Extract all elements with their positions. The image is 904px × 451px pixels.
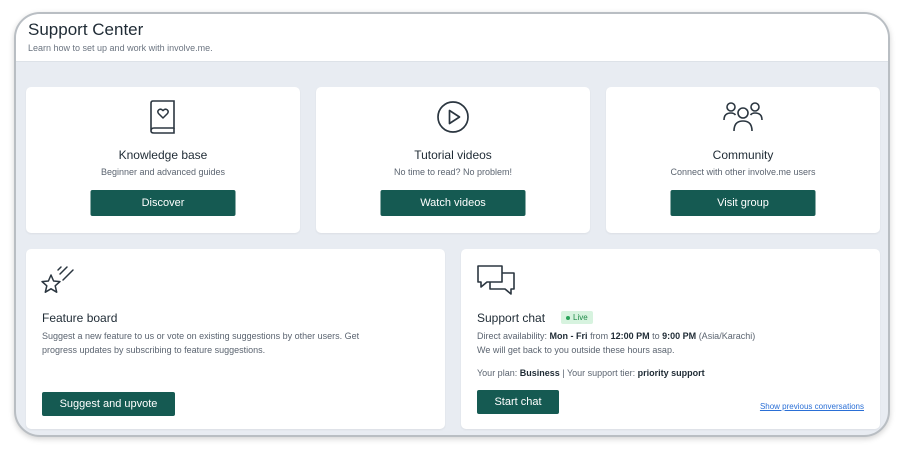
show-previous-conversations-link[interactable]: Show previous conversations <box>760 402 864 411</box>
tier-label: | Your support tier: <box>562 368 636 378</box>
plan-label: Your plan: <box>477 368 518 378</box>
users-group-icon <box>723 102 763 132</box>
feature-board-description-line1: Suggest a new feature to us or vote on e… <box>42 331 360 341</box>
live-dot-icon <box>566 315 570 320</box>
start-chat-button[interactable]: Start chat <box>477 390 559 414</box>
book-heart-icon <box>150 100 175 134</box>
community-title: Community <box>712 148 774 162</box>
plan-value: Business <box>519 368 560 378</box>
support-center-window: Support Center Learn how to set up and w… <box>14 12 890 437</box>
shooting-star-icon <box>41 266 74 293</box>
availability-timezone: (Asia/Karachi) <box>698 331 756 341</box>
availability-start-time: 12:00 PM <box>610 331 650 341</box>
tutorial-videos-subtitle: No time to read? No problem! <box>393 167 513 177</box>
page-header: Support Center Learn how to set up and w… <box>16 14 888 62</box>
suggest-and-upvote-button[interactable]: Suggest and upvote <box>42 392 175 416</box>
feature-board-title: Feature board <box>42 311 118 325</box>
chat-bubbles-icon <box>477 265 515 295</box>
availability-label: Direct availability: <box>477 331 548 341</box>
community-subtitle: Connect with other involve.me users <box>670 167 816 177</box>
knowledge-base-card: Knowledge base Beginner and advanced gui… <box>26 87 300 233</box>
plan-info-text: Your plan: Business | Your support tier:… <box>477 366 705 380</box>
community-card: Community Connect with other involve.me … <box>606 87 880 233</box>
availability-days: Mon - Fri <box>549 331 588 341</box>
live-status-badge: Live <box>561 311 593 324</box>
play-circle-icon <box>437 101 469 133</box>
availability-end-time: 9:00 PM <box>662 331 697 341</box>
page-title: Support Center <box>28 20 144 39</box>
page-subtitle: Learn how to set up and work with involv… <box>28 43 213 53</box>
knowledge-base-title: Knowledge base <box>118 148 208 162</box>
availability-to: to <box>652 331 660 341</box>
discover-button[interactable]: Discover <box>90 190 236 216</box>
support-chat-title: Support chat <box>477 311 546 325</box>
availability-text: Direct availability: Mon - Fri from 12:0… <box>477 329 755 343</box>
feature-board-card: Feature board Suggest a new feature to u… <box>26 249 445 429</box>
feature-board-description-line2: progress updates by subscribing to featu… <box>42 345 266 355</box>
watch-videos-button[interactable]: Watch videos <box>380 190 526 216</box>
knowledge-base-subtitle: Beginner and advanced guides <box>100 167 226 177</box>
visit-group-button[interactable]: Visit group <box>670 190 816 216</box>
tutorial-videos-title: Tutorial videos <box>414 148 492 162</box>
availability-from: from <box>590 331 609 341</box>
live-badge-label: Live <box>573 313 588 322</box>
tutorial-videos-card: Tutorial videos No time to read? No prob… <box>316 87 590 233</box>
tier-value: priority support <box>637 368 705 378</box>
support-chat-card: Support chat Live Direct availability: M… <box>461 249 880 429</box>
outside-hours-text: We will get back to you outside these ho… <box>477 345 675 355</box>
